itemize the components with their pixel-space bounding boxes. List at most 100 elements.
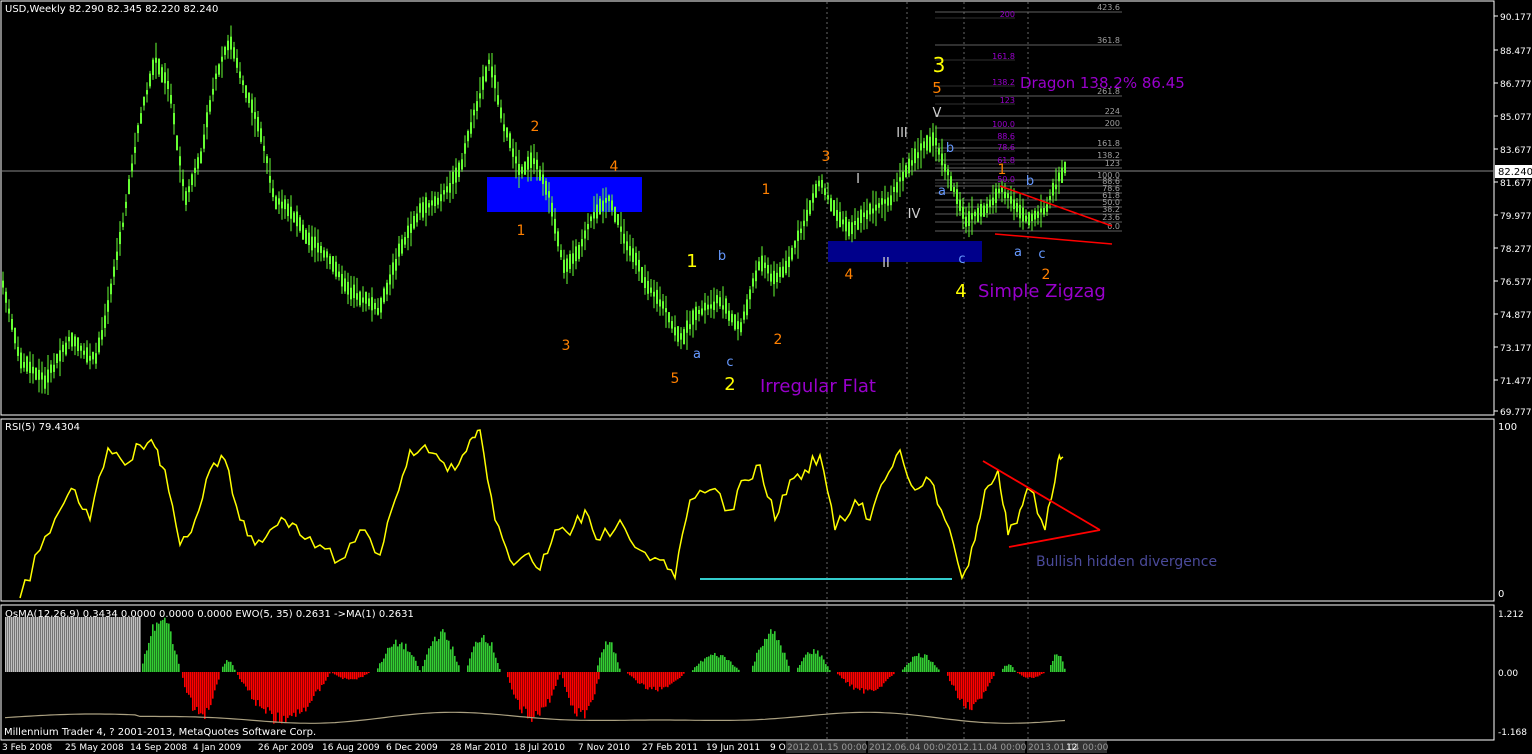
divergence-annotation: Bullish hidden divergence [1036,554,1217,570]
price-candle-body [137,125,139,134]
price-candle-body [224,46,226,55]
osma-bar [129,617,131,672]
price-candle-body [86,347,88,363]
osma-bar [27,617,29,672]
osma-bar [521,672,523,714]
price-candle-body [65,342,67,355]
osma-bar [259,672,261,707]
osma-bar [847,672,849,683]
osma-bar [728,660,730,672]
osma-bar [661,672,663,690]
osma-bar [829,670,831,672]
price-candle-body [272,188,274,198]
price-candle-body [365,291,367,304]
osma-bar [239,672,241,680]
time-tick-label: 25 May 2008 [65,743,124,753]
price-candle-body [884,199,886,204]
osma-bar [1041,672,1043,675]
price-candle-body [407,225,409,238]
price-candle-body [53,364,55,372]
osma-bar [15,617,17,672]
price-candle-body [1028,212,1030,226]
osma-bar [611,642,613,672]
chart-canvas[interactable]: 423.6361.8261.8224200161.8138.2123100.08… [0,0,1532,754]
osma-bar [9,617,11,672]
osma-bar [1052,660,1054,672]
osma-bar [321,672,323,685]
osma-bar [665,672,667,687]
price-candle-body [110,283,112,295]
osma-bar [599,657,601,672]
osma-bar [778,640,780,672]
osma-bar [450,649,452,672]
price-candle-body [782,266,784,278]
price-candle-body [974,211,976,217]
osma-bar [204,672,206,720]
osma-bar [553,672,555,690]
price-candle-body [668,312,670,323]
osma-bar [133,617,135,672]
osma-bar [315,672,317,692]
price-candle-body [584,230,586,239]
osma-bar [645,672,647,689]
osma-bar [313,672,315,697]
price-candle-body [347,281,349,295]
osma-bar [430,646,432,672]
price-tick-label: 73.177 [1500,344,1532,354]
price-candle-body [743,311,745,320]
osma-bar [43,617,45,672]
price-candle-body [56,353,58,363]
osma-bar [393,644,395,672]
rsi-panel[interactable] [0,418,1495,602]
osma-bar [857,672,859,689]
osma-bar [843,672,845,680]
wave-label: b [718,249,726,264]
price-candle-body [995,188,997,203]
osma-bar [543,672,545,708]
osma-bar [839,672,841,676]
price-candle-body [539,169,541,181]
osma-bar [127,617,129,672]
osma-bar [736,667,738,672]
wave-label: 4 [845,267,854,283]
osma-bar [218,672,220,680]
price-candle-body [515,156,517,164]
price-candle-body [140,113,142,124]
osma-bar [1060,656,1062,672]
osma-bar [479,642,481,672]
price-candle-body [857,217,859,230]
osma-bar [928,659,930,672]
price-candle-body [965,216,967,227]
osma-bar [671,672,673,684]
price-tick-label: 86.777 [1500,80,1532,90]
osma-bar [861,672,863,689]
fib-upper-label: 88.6 [997,132,1015,141]
price-candle-body [116,251,118,261]
osma-bar [158,623,160,672]
price-candle-body [350,287,352,300]
price-candle-body [608,195,610,202]
price-candle-body [62,344,64,352]
osma-bar [906,664,908,672]
price-panel[interactable] [0,0,1495,416]
osma-bar [523,672,525,707]
price-candle-body [113,266,115,277]
osma-bar [184,672,186,688]
osma-bar [631,672,633,677]
current-price-label: 82.240 [1498,167,1532,178]
osma-bar [841,672,843,679]
osma-bar [295,672,297,717]
osma-bar [178,663,180,672]
price-candle-body [956,189,958,204]
osma-bar [261,672,263,709]
osma-bar [11,617,13,672]
price-tick-label: 85.077 [1500,113,1532,123]
price-candle-body [815,184,817,198]
osma-bar [1064,668,1066,672]
osma-bar [920,657,922,672]
fib-level-label: 0.0 [1107,222,1120,231]
osma-bar [539,672,541,716]
osma-bar [170,631,172,672]
price-tick-label: 88.477 [1500,47,1532,57]
osma-bar [190,672,192,698]
